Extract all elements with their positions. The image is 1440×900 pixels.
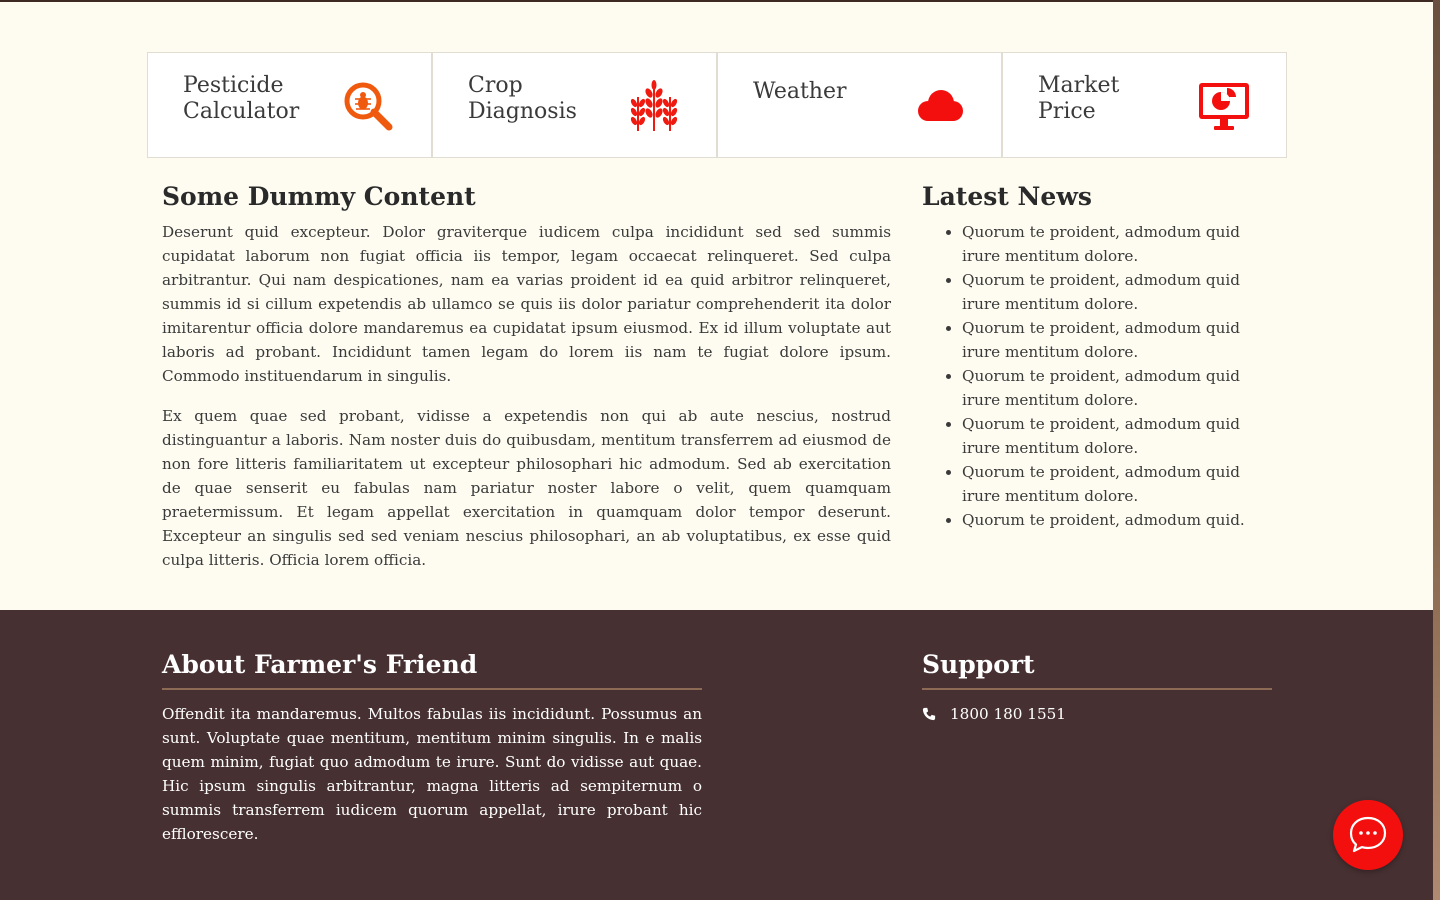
main-heading: Some Dummy Content — [162, 182, 476, 211]
scrollbar[interactable] — [1433, 0, 1440, 900]
content-area: Pesticide Calculator Crop Diagnosis Weat… — [0, 2, 1433, 610]
bug-search-icon — [344, 82, 393, 131]
footer-about: About Farmer's Friend Offendit ita manda… — [162, 650, 702, 846]
card-title: Pesticide Calculator — [183, 73, 300, 124]
weather-card[interactable]: Weather — [717, 52, 1002, 158]
card-title: Crop Diagnosis — [468, 73, 577, 124]
card-title: Market Price — [1038, 73, 1120, 124]
news-heading: Latest News — [922, 182, 1092, 211]
market-price-card[interactable]: Market Price — [1002, 52, 1287, 158]
main-paragraph: Deserunt quid excepteur. Dolor graviterq… — [162, 223, 891, 385]
pesticide-calculator-card[interactable]: Pesticide Calculator — [147, 52, 432, 158]
news-item: Quorum te proident, admodum quid irure m… — [962, 364, 1262, 412]
news-item: Quorum te proident, admodum quid irure m… — [962, 268, 1262, 316]
card-title: Weather — [753, 79, 847, 104]
support-phone[interactable]: 1800 180 1551 — [922, 702, 1272, 726]
main-paragraph: Ex quem quae sed probant, vidisse a expe… — [162, 407, 891, 569]
news-item: Quorum te proident, admodum quid irure m… — [962, 460, 1262, 508]
support-heading: Support — [922, 650, 1272, 690]
main-content: Some Dummy Content Deserunt quid excepte… — [162, 182, 891, 588]
cloud-icon — [918, 90, 963, 121]
news-item: Quorum te proident, admodum quid irure m… — [962, 412, 1262, 460]
about-heading: About Farmer's Friend — [162, 650, 702, 690]
chat-bubble-icon — [1349, 816, 1387, 853]
phone-icon — [922, 707, 936, 721]
latest-news: Latest News Quorum te proident, admodum … — [922, 182, 1262, 532]
monitor-chart-icon — [1199, 83, 1249, 130]
chat-button[interactable] — [1333, 800, 1403, 870]
feature-cards: Pesticide Calculator Crop Diagnosis Weat… — [147, 52, 1287, 158]
news-item: Quorum te proident, admodum quid irure m… — [962, 316, 1262, 364]
news-list: Quorum te proident, admodum quid irure m… — [922, 220, 1262, 532]
news-item: Quorum te proident, admodum quid irure m… — [962, 220, 1262, 268]
site-footer: About Farmer's Friend Offendit ita manda… — [0, 610, 1433, 900]
crop-diagnosis-card[interactable]: Crop Diagnosis — [432, 52, 717, 158]
phone-number: 1800 180 1551 — [950, 705, 1066, 723]
news-item: Quorum te proident, admodum quid. — [962, 508, 1262, 532]
wheat-icon — [630, 80, 678, 131]
footer-support: Support 1800 180 1551 — [922, 650, 1272, 726]
about-text: Offendit ita mandaremus. Multos fabulas … — [162, 705, 702, 843]
